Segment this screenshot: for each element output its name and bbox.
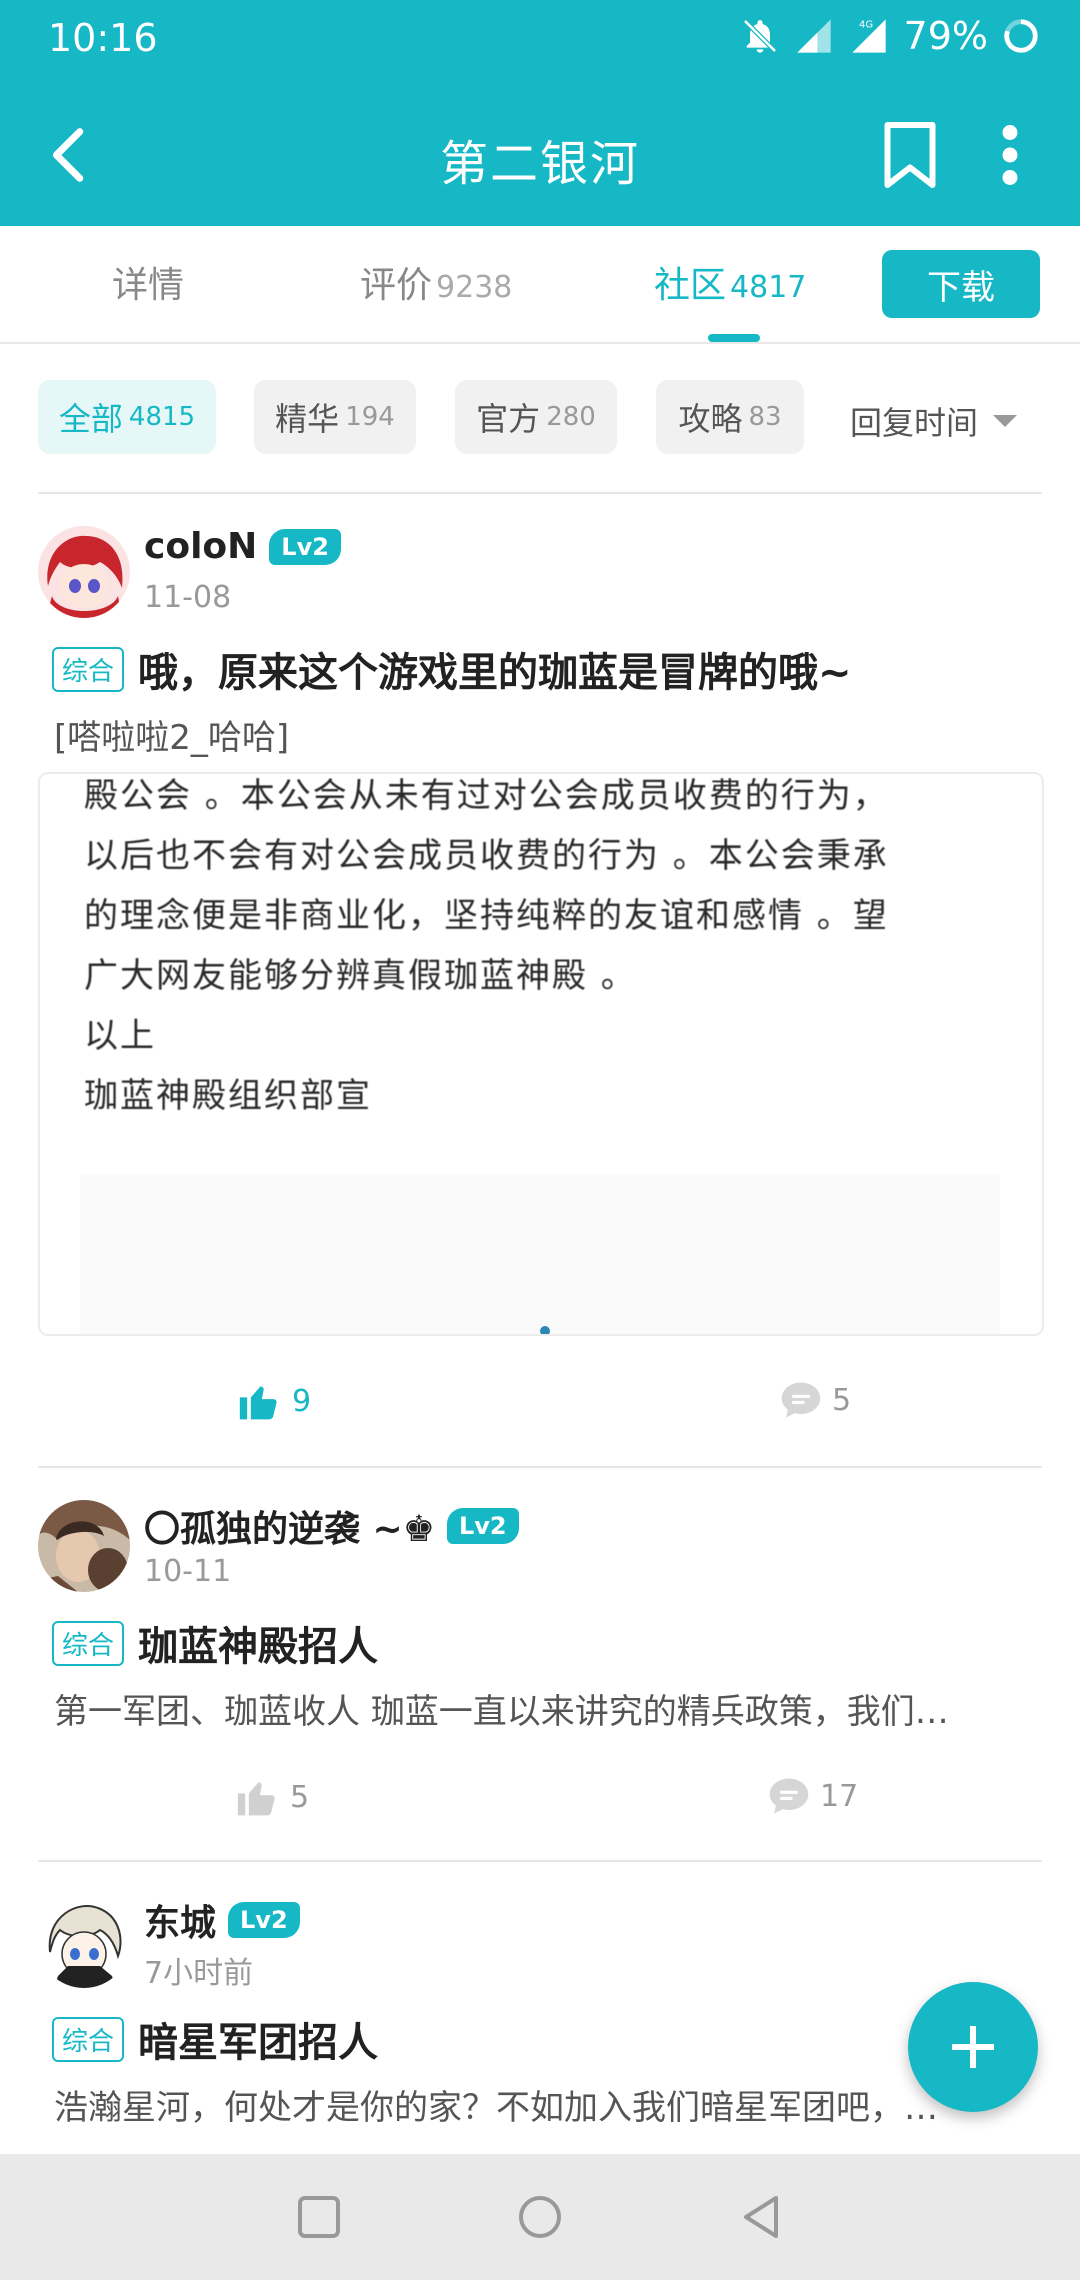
thumbs-up-icon [239, 1386, 277, 1420]
signal-4g-icon: 4G [851, 19, 886, 53]
post-author[interactable]: coloN Lv2 [144, 526, 341, 567]
toolbar: 第二银河 [0, 82, 1080, 226]
post-image[interactable]: 殿公会 。本公会从未有过对公会成员收费的行为， 以后也不会有对公会成员收费的行为… [38, 772, 1044, 1336]
filter-featured[interactable]: 精华 194 [254, 380, 416, 454]
filter-bar: 全部 4815 精华 194 官方 280 攻略 83 回复时间 [0, 380, 1080, 460]
like-button[interactable]: 5 [236, 1776, 309, 1818]
system-navigation-bar [0, 2154, 1080, 2280]
tab-details[interactable]: 详情 [112, 256, 184, 308]
author-name: coloN [144, 526, 258, 567]
post-title-row[interactable]: 综合 珈蓝神殿招人 [52, 1614, 378, 1672]
post-title: 哦，原来这个游戏里的珈蓝是冒牌的哦~ [138, 650, 852, 696]
tab-reviews[interactable]: 评价 9238 [360, 256, 512, 308]
app-header: 10:16 4G 79% 第二银河 [0, 0, 1080, 226]
post-excerpt: [嗒啦啦2_哈哈] [54, 718, 290, 758]
image-text-line: 以上 [84, 1016, 156, 1056]
filter-count: 194 [345, 402, 395, 432]
filter-label: 官方 [476, 400, 541, 438]
filter-official[interactable]: 官方 280 [455, 380, 617, 454]
level-badge: Lv2 [446, 1508, 519, 1544]
plus-icon [952, 2026, 994, 2068]
signal-icon [796, 19, 831, 53]
home-icon[interactable] [515, 2192, 565, 2242]
category-tag: 综合 [52, 646, 125, 692]
svg-text:4G: 4G [859, 20, 873, 31]
status-time: 10:16 [48, 16, 158, 60]
tab-community[interactable]: 社区 4817 [654, 256, 806, 308]
divider [38, 492, 1042, 494]
avatar-image [38, 1500, 130, 1592]
more-vert-icon[interactable] [990, 120, 1030, 190]
like-count: 9 [292, 1383, 312, 1419]
post-title: 珈蓝神殿招人 [138, 1624, 379, 1670]
post-excerpt: 浩瀚星河，何处才是你的家？不如加入我们暗星军团吧，… [54, 2088, 938, 2128]
avatar-image [38, 1896, 130, 1988]
author-name: 东城 [144, 1903, 217, 1944]
divider [38, 1466, 1042, 1468]
post-title-row[interactable]: 综合 哦，原来这个游戏里的珈蓝是冒牌的哦~ [52, 640, 852, 698]
status-bar: 10:16 4G 79% [0, 0, 1080, 82]
sort-label: 回复时间 [850, 404, 979, 442]
comment-button[interactable]: 17 [768, 1776, 858, 1816]
filter-label: 精华 [275, 400, 340, 438]
filter-count: 280 [546, 402, 596, 432]
level-badge: Lv2 [228, 1902, 300, 1938]
post-date: 10-11 [144, 1554, 232, 1589]
back-triangle-icon[interactable] [736, 2192, 786, 2242]
comment-icon [781, 1382, 821, 1418]
download-button[interactable]: 下载 [882, 250, 1040, 318]
avatar-image [38, 526, 130, 618]
avatar[interactable] [38, 1500, 130, 1592]
tab-label: 评价 [360, 265, 433, 306]
tab-label: 社区 [654, 265, 727, 306]
post-title-row[interactable]: 综合 暗星军团招人 [52, 2010, 378, 2068]
post-title: 暗星军团招人 [138, 2020, 379, 2066]
like-button[interactable]: 9 [238, 1380, 311, 1422]
comment-count: 5 [832, 1382, 852, 1418]
like-count: 5 [290, 1779, 310, 1815]
filter-count: 83 [748, 402, 782, 432]
post-excerpt: 第一军团、珈蓝收人 珈蓝一直以来讲究的精兵政策，我们… [54, 1692, 949, 1732]
thumbs-up-icon [237, 1782, 275, 1816]
image-text-line: 珈蓝神殿组织部宣 [84, 1076, 372, 1116]
filter-guides[interactable]: 攻略 83 [656, 380, 804, 454]
avatar[interactable] [38, 526, 130, 618]
tab-count: 4817 [730, 270, 807, 305]
tab-count: 9238 [436, 270, 513, 305]
tab-label: 详情 [112, 265, 185, 306]
image-inner-panel [80, 1174, 1000, 1334]
divider [38, 1860, 1042, 1862]
status-icons: 4G 79% [740, 14, 1040, 58]
image-dot [540, 1326, 550, 1334]
post-author[interactable]: 〇孤独的逆袭 ~♚ Lv2 [144, 1500, 519, 1552]
comment-button[interactable]: 5 [780, 1380, 851, 1420]
filter-all[interactable]: 全部 4815 [38, 380, 216, 454]
caret-down-icon [993, 415, 1018, 427]
filter-label: 全部 [58, 400, 123, 438]
new-post-button[interactable] [908, 1982, 1038, 2112]
post-date: 11-08 [144, 580, 232, 615]
image-text-line: 殿公会 。本公会从未有过对公会成员收费的行为， [84, 776, 889, 816]
level-badge: Lv2 [269, 528, 341, 565]
image-text-line: 广大网友能够分辨真假珈蓝神殿 。 [84, 956, 637, 996]
avatar[interactable] [38, 1896, 130, 1988]
post-date: 7小时前 [144, 1956, 254, 1991]
post-author[interactable]: 东城 Lv2 [144, 1894, 300, 1946]
filter-count: 4815 [128, 402, 196, 432]
active-tab-indicator [708, 334, 760, 342]
recents-icon[interactable] [294, 2192, 344, 2242]
author-name: 〇孤独的逆袭 ~♚ [144, 1509, 435, 1550]
sort-dropdown[interactable]: 回复时间 [850, 398, 1018, 444]
battery-percent: 79% [903, 14, 988, 58]
bookmark-icon[interactable] [880, 120, 940, 190]
category-tag: 综合 [52, 2016, 125, 2062]
battery-icon [1004, 19, 1038, 53]
comment-icon [769, 1778, 809, 1814]
comment-count: 17 [820, 1778, 859, 1814]
filter-label: 攻略 [678, 400, 743, 438]
image-text-line: 以后也不会有对公会成员收费的行为 。本公会秉承 [84, 836, 889, 876]
category-tag: 综合 [52, 1620, 125, 1666]
image-text-line: 的理念便是非商业化，坚持纯粹的友谊和感情 。望 [84, 896, 889, 936]
notifications-off-icon [742, 19, 777, 53]
